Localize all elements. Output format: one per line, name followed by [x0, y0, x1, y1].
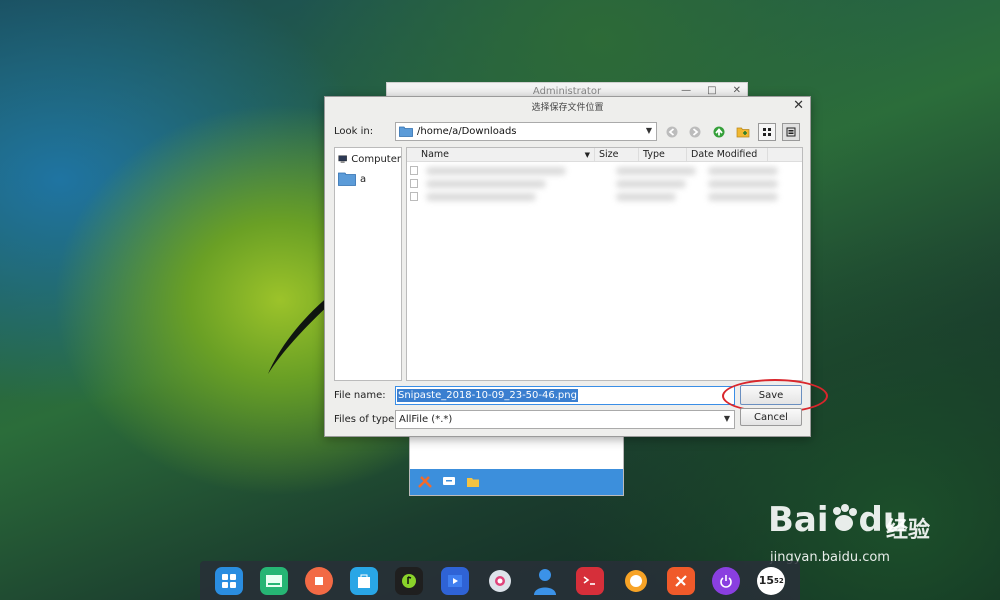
settings-icon[interactable] — [486, 567, 514, 595]
app-store-icon[interactable] — [350, 566, 379, 595]
file-name-label: File name: — [334, 390, 386, 401]
parent-directory-button[interactable] — [710, 123, 728, 141]
multitask-icon[interactable] — [305, 566, 334, 595]
browser-icon[interactable] — [622, 567, 650, 595]
back-arrow-icon — [666, 126, 678, 138]
forward-button[interactable] — [686, 123, 704, 141]
user-icon[interactable] — [531, 567, 559, 595]
file-list[interactable]: Name ▼ Size Type Date Modified — [406, 147, 803, 381]
folder-icon[interactable] — [466, 476, 480, 488]
close-icon[interactable]: ✕ — [733, 85, 741, 96]
file-icon — [410, 179, 418, 188]
column-header-size[interactable]: Size — [595, 148, 639, 161]
video-icon[interactable] — [440, 566, 469, 595]
up-arrow-icon — [713, 126, 725, 138]
file-row[interactable] — [407, 164, 802, 177]
file-icon — [410, 192, 418, 201]
files-of-type-combo[interactable]: AllFile (*.*) ▼ — [395, 410, 735, 429]
back-button[interactable] — [663, 123, 681, 141]
files-of-type-label: Files of type: — [334, 414, 398, 425]
power-icon[interactable] — [712, 566, 741, 595]
new-folder-button[interactable] — [734, 123, 752, 141]
computer-icon — [338, 155, 347, 163]
grid-view-icon — [763, 128, 771, 136]
file-list-header: Name ▼ Size Type Date Modified — [407, 148, 802, 162]
clock-minute: 52 — [774, 576, 784, 585]
files-of-type-value: AllFile (*.*) — [399, 414, 453, 425]
terminal-icon[interactable] — [576, 566, 605, 595]
places-sidebar: Computer a — [334, 147, 402, 381]
baidu-watermark: Bai du 经验 jingyan.baidu.com — [768, 492, 948, 572]
maximize-icon[interactable]: □ — [707, 85, 716, 96]
dialog-close-icon[interactable]: ✕ — [793, 98, 804, 113]
sort-arrow-icon: ▼ — [584, 151, 590, 159]
file-row[interactable] — [407, 177, 802, 190]
chevron-down-icon: ▼ — [645, 126, 652, 135]
background-panel — [409, 436, 624, 496]
sidebar-item-label: Computer — [351, 153, 401, 165]
column-header-type[interactable]: Type — [639, 148, 687, 161]
detail-view-button[interactable] — [782, 123, 800, 141]
file-row[interactable] — [407, 190, 802, 203]
cancel-button[interactable]: Cancel — [740, 408, 802, 426]
background-panel-toolbar — [410, 469, 623, 495]
sidebar-item-computer[interactable]: Computer — [335, 150, 401, 168]
watermark-cn: 经验 — [886, 518, 931, 543]
tools-icon[interactable] — [418, 476, 432, 488]
forward-arrow-icon — [689, 126, 701, 138]
look-in-path: /home/a/Downloads — [417, 126, 517, 137]
column-header-date-modified[interactable]: Date Modified — [687, 148, 768, 161]
new-folder-icon — [736, 127, 750, 138]
clock-hour: 15 — [758, 574, 775, 587]
paw-icon — [832, 504, 857, 531]
tools-app-icon[interactable] — [666, 566, 695, 595]
column-header-name[interactable]: Name ▼ — [407, 148, 595, 161]
icon-view-button[interactable] — [758, 123, 776, 141]
sidebar-item-a[interactable]: a — [335, 170, 401, 188]
music-icon[interactable] — [395, 566, 424, 595]
chat-icon[interactable] — [442, 476, 456, 488]
file-name-value: Snipaste_2018-10-09_23-50-46.png — [397, 389, 578, 402]
file-icon — [410, 166, 418, 175]
file-name-input[interactable]: Snipaste_2018-10-09_23-50-46.png — [395, 386, 735, 405]
look-in-combo[interactable]: /home/a/Downloads ▼ — [395, 122, 657, 141]
dock: 15 52 — [200, 561, 800, 600]
dialog-title: 选择保存文件位置 — [531, 103, 604, 113]
chevron-down-icon: ▼ — [723, 414, 730, 423]
list-view-icon — [786, 127, 796, 137]
look-in-label: Look in: — [334, 126, 374, 137]
clock-icon[interactable]: 15 52 — [757, 566, 786, 595]
folder-icon — [399, 126, 413, 137]
save-file-dialog: 选择保存文件位置 ✕ Look in: /home/a/Downloads ▼ … — [324, 96, 828, 437]
desktop-icon[interactable] — [259, 566, 288, 595]
sidebar-item-label: a — [360, 173, 367, 185]
launcher-icon[interactable] — [214, 566, 243, 595]
minimize-icon[interactable]: — — [681, 85, 691, 96]
folder-icon — [338, 172, 356, 186]
